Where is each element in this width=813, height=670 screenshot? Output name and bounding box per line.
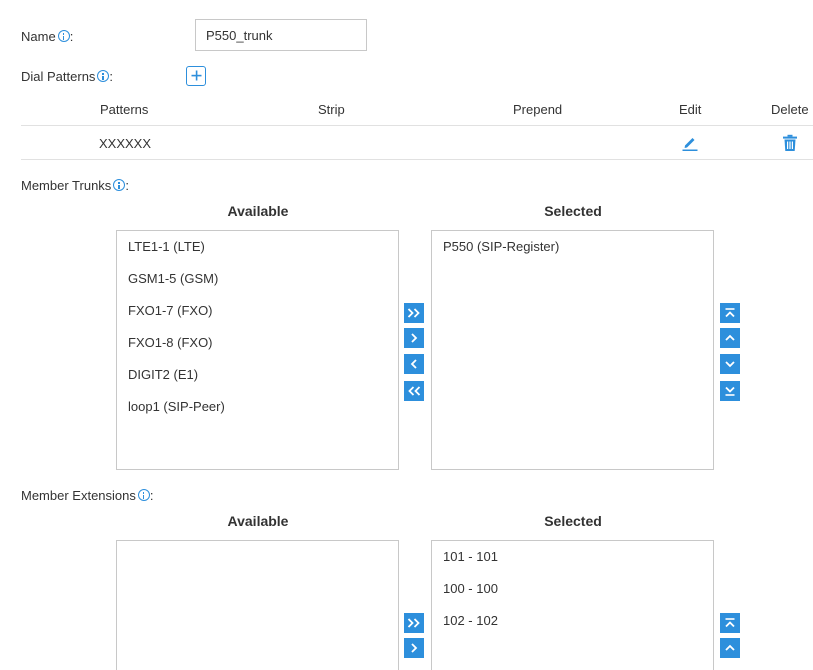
info-icon[interactable]: [113, 179, 126, 191]
edit-icon[interactable]: [681, 134, 699, 152]
add-dial-pattern-button[interactable]: [186, 66, 206, 86]
list-item[interactable]: GSM1-5 (GSM): [117, 263, 398, 295]
extensions-selected-title: Selected: [544, 513, 602, 529]
list-item[interactable]: 101 - 101: [432, 541, 713, 573]
column-header-strip: Strip: [318, 102, 345, 117]
move-top-icon: [725, 618, 735, 628]
dial-patterns-label: Dial Patterns:: [21, 69, 114, 84]
list-item[interactable]: LTE1-1 (LTE): [117, 231, 398, 263]
double-chevron-right-icon: [407, 618, 420, 628]
trunks-selected-title: Selected: [544, 203, 602, 219]
delete-icon[interactable]: [782, 134, 798, 152]
name-input[interactable]: [195, 19, 367, 51]
trunks-selected-list[interactable]: P550 (SIP-Register): [431, 230, 714, 470]
add-button[interactable]: [404, 328, 424, 348]
remove-button[interactable]: [404, 354, 424, 374]
column-header-patterns: Patterns: [100, 102, 149, 117]
move-top-icon: [725, 308, 735, 318]
extensions-selected-list[interactable]: 101 - 101 100 - 100 102 - 102: [431, 540, 714, 670]
column-header-edit: Edit: [679, 102, 702, 117]
list-item[interactable]: loop1 (SIP-Peer): [117, 391, 398, 423]
member-trunks-label: Member Trunks:: [21, 178, 129, 193]
trunks-available-title: Available: [227, 203, 289, 219]
move-top-button[interactable]: [720, 613, 740, 633]
table-divider: [21, 159, 813, 160]
trunks-available-list[interactable]: LTE1-1 (LTE) GSM1-5 (GSM) FXO1-7 (FXO) F…: [116, 230, 399, 470]
move-bottom-button[interactable]: [720, 381, 740, 401]
add-all-button[interactable]: [404, 613, 424, 633]
list-item[interactable]: DIGIT2 (E1): [117, 359, 398, 391]
double-chevron-right-icon: [407, 308, 420, 318]
chevron-left-icon: [410, 359, 417, 369]
list-item[interactable]: FXO1-8 (FXO): [117, 327, 398, 359]
chevron-down-icon: [725, 361, 735, 368]
double-chevron-left-icon: [408, 386, 421, 396]
move-up-button[interactable]: [720, 328, 740, 348]
chevron-up-icon: [725, 644, 735, 651]
plus-icon: [191, 70, 201, 81]
list-item[interactable]: 100 - 100: [432, 573, 713, 605]
info-icon[interactable]: [97, 70, 110, 82]
chevron-right-icon: [411, 643, 418, 653]
list-item[interactable]: FXO1-7 (FXO): [117, 295, 398, 327]
info-icon[interactable]: [57, 30, 70, 42]
extensions-available-list[interactable]: [116, 540, 399, 670]
add-all-button[interactable]: [404, 303, 424, 323]
move-top-button[interactable]: [720, 303, 740, 323]
chevron-right-icon: [411, 333, 418, 343]
move-down-button[interactable]: [720, 354, 740, 374]
list-item[interactable]: P550 (SIP-Register): [432, 231, 713, 263]
column-header-delete: Delete: [771, 102, 809, 117]
chevron-up-icon: [725, 334, 735, 341]
member-extensions-label: Member Extensions:: [21, 488, 154, 503]
move-up-button[interactable]: [720, 638, 740, 658]
extensions-available-title: Available: [227, 513, 289, 529]
move-bottom-icon: [725, 386, 735, 396]
add-button[interactable]: [404, 638, 424, 658]
column-header-prepend: Prepend: [513, 102, 563, 117]
remove-all-button[interactable]: [404, 381, 424, 401]
info-icon[interactable]: [137, 489, 150, 501]
name-label: Name:: [21, 29, 74, 44]
list-item[interactable]: 102 - 102: [432, 605, 713, 637]
pattern-cell: XXXXXX: [99, 136, 152, 151]
table-divider: [21, 125, 813, 126]
